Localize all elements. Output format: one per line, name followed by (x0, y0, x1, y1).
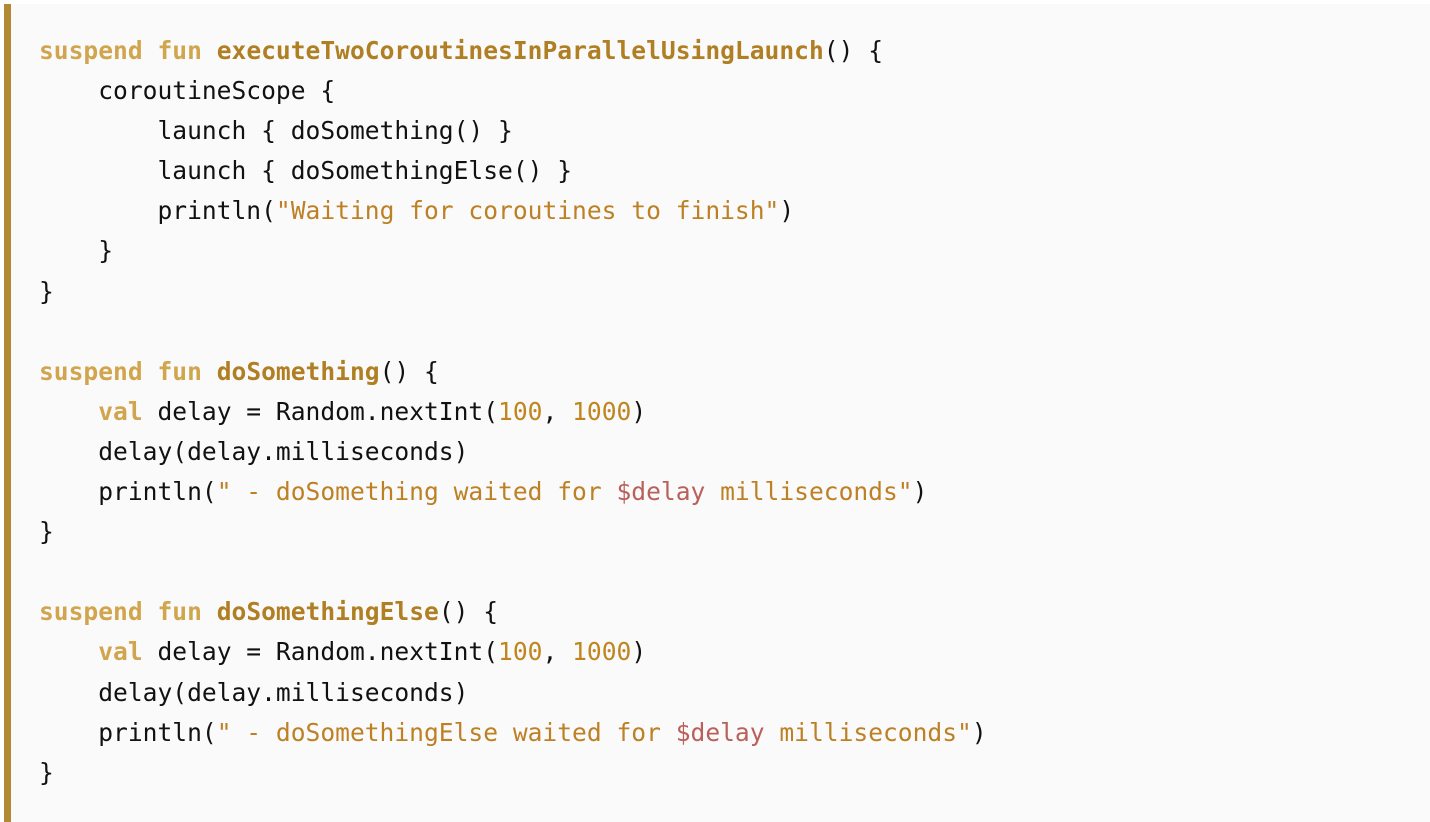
function-name-token: doSomething (216, 356, 380, 386)
keyword-token: suspend (39, 36, 143, 65)
keyword-token: suspend (39, 356, 143, 386)
number-token: 100 (498, 396, 543, 426)
keyword-token: val (98, 637, 143, 667)
code-text: } (39, 517, 54, 547)
number-token: 1000 (572, 396, 632, 426)
code-line: suspend fun doSomethingElse() { (39, 592, 987, 632)
code-text: delay = Random.nextInt( (142, 396, 499, 426)
code-text: println( (39, 717, 217, 747)
code-line: } (39, 512, 987, 552)
interpolation-token: $delay (616, 477, 706, 507)
code-line: coroutineScope { (39, 71, 987, 111)
code-line: suspend fun doSomething() { (39, 352, 987, 392)
keyword-token: fun (157, 36, 202, 65)
string-token: " - doSomethingElse waited for (216, 717, 676, 747)
code-text: () { (438, 597, 499, 627)
keyword-token: suspend (39, 597, 143, 627)
code-line: launch { doSomethingElse() } (39, 151, 987, 191)
code-line: println(" - doSomething waited for $dela… (39, 472, 987, 512)
code-text: println( (39, 477, 217, 507)
code-text: () { (379, 356, 439, 386)
keyword-token: val (98, 396, 143, 426)
number-token: 100 (498, 637, 543, 667)
code-listing: suspend fun executeTwoCoroutinesInParall… (39, 31, 987, 793)
function-name-token: doSomethingElse (216, 597, 439, 627)
function-name-token: executeTwoCoroutinesInParallelUsingLaunc… (216, 36, 824, 65)
code-text: () { (823, 36, 884, 65)
code-line: println(" - doSomethingElse waited for $… (39, 713, 987, 753)
code-text: delay(delay.milliseconds) (39, 677, 469, 707)
number-token: 1000 (572, 637, 632, 667)
code-text: coroutineScope { (39, 76, 336, 106)
code-line: delay(delay.milliseconds) (39, 673, 987, 713)
code-text: ) (631, 396, 647, 426)
code-text: launch { doSomethingElse() } (39, 156, 573, 186)
code-line: launch { doSomething() } (39, 111, 987, 151)
code-text: launch { doSomething() } (39, 116, 513, 146)
code-line: suspend fun executeTwoCoroutinesInParall… (39, 31, 987, 71)
code-line: } (39, 231, 987, 271)
code-text: delay(delay.milliseconds) (39, 436, 469, 466)
code-text: ) (779, 196, 795, 226)
code-text: , (542, 637, 573, 667)
string-token: "Waiting for coroutines to finish" (275, 196, 780, 226)
code-text: } (39, 276, 54, 306)
code-line: } (39, 753, 987, 793)
string-token: " - doSomething waited for (216, 477, 617, 507)
code-line: val delay = Random.nextInt(100, 1000) (39, 392, 987, 432)
keyword-token: fun (157, 356, 202, 386)
code-text: ) (971, 717, 987, 747)
code-text: , (542, 396, 573, 426)
code-text: delay = Random.nextInt( (142, 637, 499, 667)
code-text: ) (631, 637, 647, 667)
code-line: val delay = Random.nextInt(100, 1000) (39, 632, 987, 672)
code-block: suspend fun executeTwoCoroutinesInParall… (4, 4, 1430, 822)
code-text: ) (912, 477, 928, 507)
interpolation-token: $delay (675, 717, 765, 747)
code-text: } (39, 236, 114, 266)
code-line: println("Waiting for coroutines to finis… (39, 191, 987, 231)
string-token: milliseconds" (764, 717, 972, 747)
code-line: } (39, 272, 987, 312)
code-text: } (39, 757, 54, 787)
string-token: milliseconds" (705, 477, 913, 507)
code-text: println( (39, 196, 276, 226)
keyword-token: fun (157, 597, 202, 627)
code-line: delay(delay.milliseconds) (39, 432, 987, 472)
